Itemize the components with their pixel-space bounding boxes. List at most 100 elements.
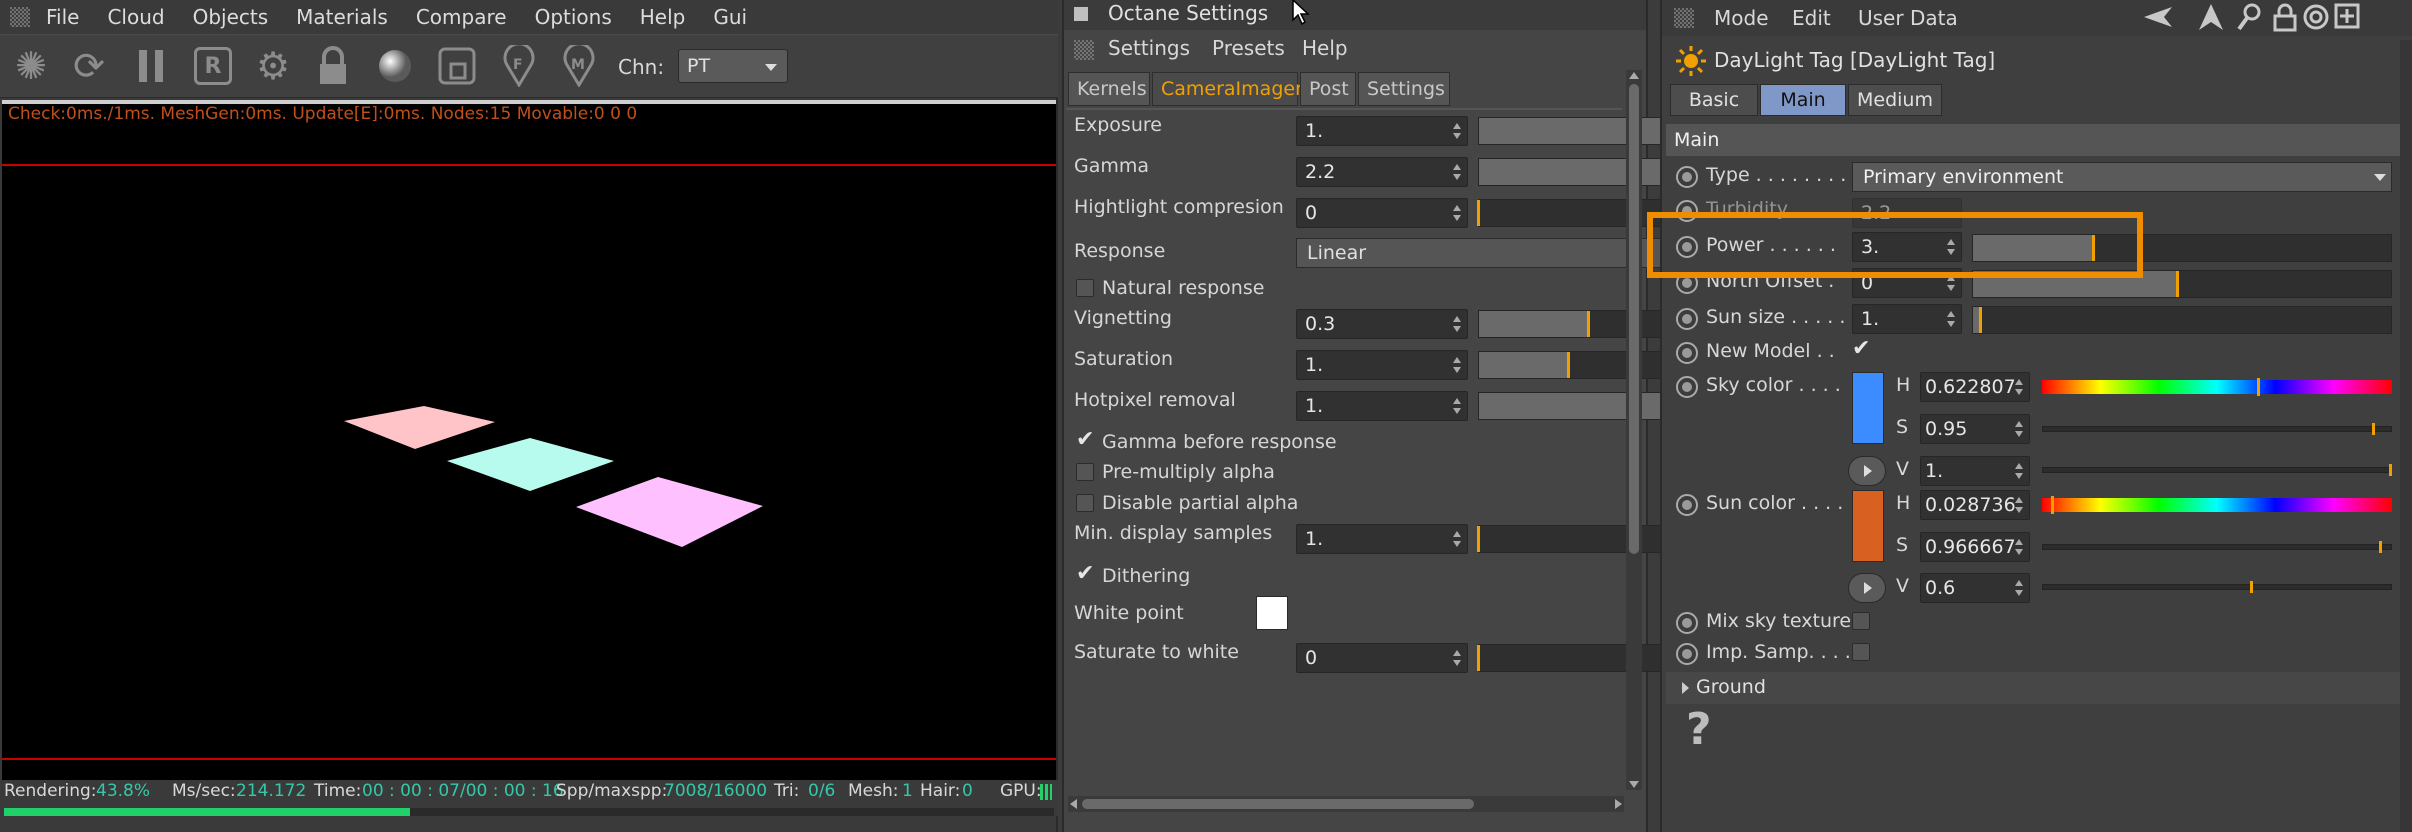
sky-color-expand-button[interactable] <box>1848 456 1886 486</box>
dithering-checkbox[interactable]: ✔ <box>1076 561 1094 586</box>
white-point-swatch[interactable] <box>1256 596 1288 630</box>
window-icon[interactable] <box>1074 7 1088 21</box>
focus-pick-icon[interactable]: F <box>496 43 542 89</box>
channel-select[interactable]: PT <box>678 49 788 83</box>
menu-options[interactable]: Options <box>535 5 612 29</box>
mix-sky-animate-radio[interactable] <box>1676 612 1698 634</box>
menu-cloud[interactable]: Cloud <box>107 5 164 29</box>
imp-samp-animate-radio[interactable] <box>1676 643 1698 665</box>
lock-icon[interactable] <box>2272 2 2298 32</box>
panel-grip-icon[interactable] <box>10 7 30 27</box>
saturation-slider[interactable] <box>1478 351 1680 379</box>
sun-hue-bar[interactable] <box>2042 496 2392 514</box>
sun-saturation-slider[interactable] <box>2042 541 2392 553</box>
sun-v-field[interactable]: 0.6 <box>1920 573 2030 603</box>
hotpixel-removal-slider[interactable] <box>1478 392 1680 420</box>
search-icon[interactable] <box>2236 2 2264 32</box>
sun-size-field[interactable]: 1. <box>1852 304 1962 334</box>
sun-value-slider[interactable] <box>2042 581 2392 593</box>
scroll-left-icon[interactable] <box>1070 799 1077 809</box>
help-question-icon[interactable]: ? <box>1686 704 1712 755</box>
lock-icon[interactable] <box>310 43 356 89</box>
expand-arrow-icon[interactable] <box>1682 682 1689 694</box>
type-select[interactable]: Primary environment <box>1852 162 2392 192</box>
menu-presets[interactable]: Presets <box>1212 36 1285 60</box>
octane-vertical-scrollbar[interactable] <box>1626 70 1642 790</box>
region-render-icon[interactable]: R <box>190 43 236 89</box>
scroll-thumb[interactable] <box>1629 84 1639 554</box>
sky-h-field[interactable]: 0.622807 <box>1920 372 2030 402</box>
menu-objects[interactable]: Objects <box>193 5 269 29</box>
mix-sky-texture-checkbox[interactable] <box>1852 612 1870 630</box>
tab-kernels[interactable]: Kernels <box>1068 72 1150 106</box>
menu-file[interactable]: File <box>46 5 79 29</box>
menu-help[interactable]: Help <box>1302 36 1348 60</box>
tab-settings[interactable]: Settings <box>1358 72 1450 106</box>
sky-hue-bar[interactable] <box>2042 378 2392 396</box>
spin-arrows-icon[interactable] <box>1453 357 1461 373</box>
gamma-field[interactable]: 2.2 <box>1296 157 1468 187</box>
scroll-down-icon[interactable] <box>1629 781 1639 788</box>
exposure-slider[interactable] <box>1478 117 1680 145</box>
settings-gear-icon[interactable]: ⚙ <box>250 43 296 89</box>
imp-samp-checkbox[interactable] <box>1852 643 1870 661</box>
spin-arrows-icon[interactable] <box>2015 539 2023 555</box>
sky-saturation-slider[interactable] <box>2042 423 2392 435</box>
spin-arrows-icon[interactable] <box>1453 205 1461 221</box>
vignetting-field[interactable]: 0.3 <box>1296 309 1468 339</box>
premultiply-alpha-checkbox[interactable] <box>1076 463 1094 481</box>
spin-arrows-icon[interactable] <box>1947 311 1955 327</box>
sky-v-field[interactable]: 1. <box>1920 456 2030 486</box>
material-sphere-icon[interactable] <box>372 43 418 89</box>
new-model-animate-radio[interactable] <box>1676 342 1698 364</box>
restart-render-icon[interactable]: ⟳ <box>66 43 112 89</box>
spin-arrows-icon[interactable] <box>1453 316 1461 332</box>
sky-color-animate-radio[interactable] <box>1676 376 1698 398</box>
sun-size-slider[interactable] <box>1972 306 2392 334</box>
spin-arrows-icon[interactable] <box>2015 379 2023 395</box>
pause-icon[interactable] <box>128 43 174 89</box>
tab-basic[interactable]: Basic <box>1670 84 1758 116</box>
panel-grip-icon[interactable] <box>1674 8 1694 28</box>
scroll-right-icon[interactable] <box>1615 799 1622 809</box>
attr-vertical-scrollbar[interactable] <box>2400 40 2412 832</box>
response-select[interactable]: Linear <box>1296 238 1680 268</box>
sky-s-field[interactable]: 0.95 <box>1920 414 2030 444</box>
saturate-to-white-slider[interactable] <box>1477 644 1680 672</box>
menu-materials[interactable]: Materials <box>296 5 388 29</box>
menu-compare[interactable]: Compare <box>416 5 507 29</box>
min-display-samples-slider[interactable] <box>1477 525 1680 553</box>
tab-post[interactable]: Post <box>1300 72 1356 106</box>
saturate-to-white-field[interactable]: 0 <box>1296 643 1468 673</box>
section-main-header[interactable]: Main <box>1666 124 2400 156</box>
menu-user-data[interactable]: User Data <box>1858 6 1958 30</box>
min-display-samples-field[interactable]: 1. <box>1296 524 1468 554</box>
ground-group-header[interactable]: Ground <box>1666 672 2400 704</box>
material-pick-icon[interactable]: M <box>556 43 602 89</box>
vignetting-slider[interactable] <box>1478 310 1680 338</box>
tab-medium[interactable]: Medium <box>1848 84 1942 116</box>
octane-logo-icon[interactable]: ✺ <box>8 43 54 89</box>
spin-arrows-icon[interactable] <box>1453 531 1461 547</box>
sun-color-swatch[interactable] <box>1852 490 1884 562</box>
sun-color-expand-button[interactable] <box>1848 573 1886 603</box>
spin-arrows-icon[interactable] <box>2015 421 2023 437</box>
tab-cameraimager[interactable]: CameraImager <box>1152 72 1303 106</box>
new-panel-icon[interactable] <box>2334 3 2362 31</box>
tab-main[interactable]: Main <box>1760 84 1846 116</box>
viewport-frame-icon[interactable] <box>434 43 480 89</box>
spin-arrows-icon[interactable] <box>2015 497 2023 513</box>
h-scroll-thumb[interactable] <box>1082 799 1474 809</box>
render-viewport[interactable] <box>2 100 1056 782</box>
menu-help[interactable]: Help <box>640 5 686 29</box>
gamma-before-response-checkbox[interactable]: ✔ <box>1076 427 1094 452</box>
spin-arrows-icon[interactable] <box>1453 650 1461 666</box>
type-animate-radio[interactable] <box>1676 166 1698 188</box>
disable-partial-alpha-checkbox[interactable] <box>1076 494 1094 512</box>
gamma-slider[interactable] <box>1478 158 1680 186</box>
menu-gui[interactable]: Gui <box>713 5 747 29</box>
octane-horizontal-scrollbar[interactable] <box>1068 796 1624 812</box>
menu-settings[interactable]: Settings <box>1108 36 1190 60</box>
spin-arrows-icon[interactable] <box>1453 164 1461 180</box>
panel-grip-icon[interactable] <box>1074 40 1094 60</box>
